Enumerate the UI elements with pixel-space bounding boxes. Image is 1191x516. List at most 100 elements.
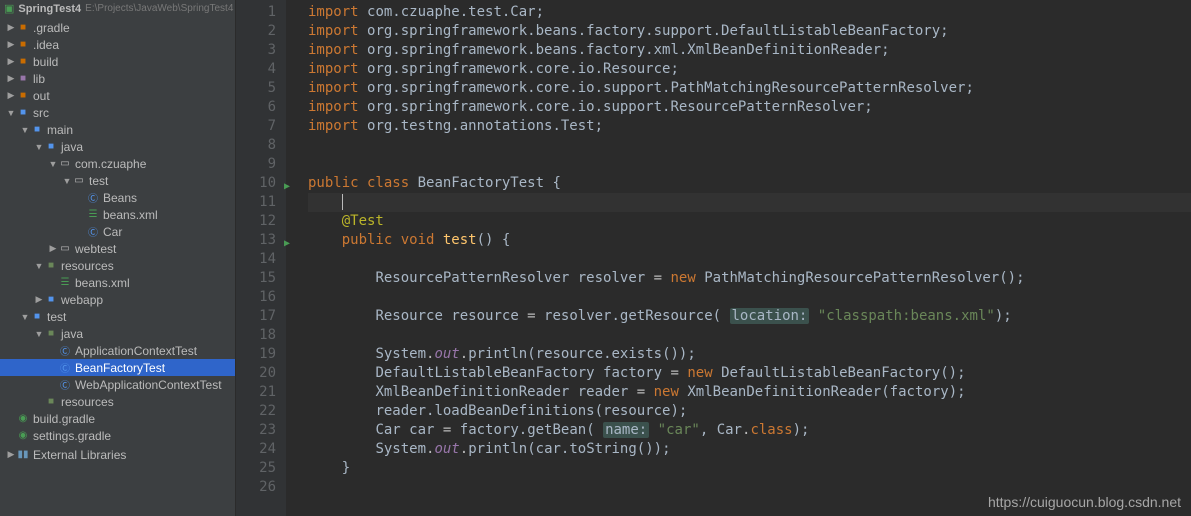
code-line[interactable]: DefaultListableBeanFactory factory = new…: [308, 364, 1191, 383]
line-number[interactable]: 22: [236, 402, 276, 421]
line-number[interactable]: 23: [236, 421, 276, 440]
editor-content[interactable]: import com.czuaphe.test.Car;import org.s…: [286, 0, 1191, 516]
code-line[interactable]: reader.loadBeanDefinitions(resource);: [308, 402, 1191, 421]
tree-item-settings-gradle[interactable]: ◉settings.gradle: [0, 427, 235, 444]
code-line[interactable]: [308, 155, 1191, 174]
code-line[interactable]: System.out.println(car.toString());: [308, 440, 1191, 459]
project-sidebar[interactable]: ▣ SpringTest4 E:\Projects\JavaWeb\Spring…: [0, 0, 236, 516]
code-line[interactable]: [308, 326, 1191, 345]
tree-item-java[interactable]: ▼■java: [0, 138, 235, 155]
code-line[interactable]: [308, 193, 1191, 212]
line-number[interactable]: 10▶: [236, 174, 276, 193]
code-line[interactable]: [308, 136, 1191, 155]
line-number[interactable]: 11: [236, 193, 276, 212]
code-line[interactable]: Car car = factory.getBean( name: "car", …: [308, 421, 1191, 440]
chevron-down-icon[interactable]: ▼: [20, 125, 30, 135]
tree-item-webtest[interactable]: ▶▭webtest: [0, 240, 235, 257]
tree-item--idea[interactable]: ▶■.idea: [0, 36, 235, 53]
code-line[interactable]: import org.springframework.core.io.suppo…: [308, 79, 1191, 98]
line-number[interactable]: 16: [236, 288, 276, 307]
chevron-right-icon[interactable]: ▶: [6, 73, 16, 84]
line-number[interactable]: 2: [236, 22, 276, 41]
code-editor[interactable]: 12345678910▶111213▶141516171819202122232…: [236, 0, 1191, 516]
line-number[interactable]: 13▶: [236, 231, 276, 250]
chevron-right-icon[interactable]: ▶: [6, 22, 16, 33]
tree-item-applicationcontexttest[interactable]: ⒸApplicationContextTest: [0, 342, 235, 359]
line-number[interactable]: 15: [236, 269, 276, 288]
line-number[interactable]: 25: [236, 459, 276, 478]
tree-item-test[interactable]: ▼▭test: [0, 172, 235, 189]
line-number[interactable]: 7: [236, 117, 276, 136]
tree-item-test[interactable]: ▼■test: [0, 308, 235, 325]
code-line[interactable]: [308, 250, 1191, 269]
line-number[interactable]: 21: [236, 383, 276, 402]
line-number[interactable]: 14: [236, 250, 276, 269]
code-line[interactable]: public class BeanFactoryTest {: [308, 174, 1191, 193]
chevron-down-icon[interactable]: ▼: [6, 108, 16, 118]
code-line[interactable]: }: [308, 459, 1191, 478]
tree-item-webapplicationcontexttest[interactable]: ⒸWebApplicationContextTest: [0, 376, 235, 393]
line-number[interactable]: 20: [236, 364, 276, 383]
chevron-right-icon[interactable]: ▶: [34, 294, 44, 305]
line-number[interactable]: 18: [236, 326, 276, 345]
code-line[interactable]: public void test() {: [308, 231, 1191, 250]
code-line[interactable]: import org.springframework.core.io.suppo…: [308, 98, 1191, 117]
line-number[interactable]: 26: [236, 478, 276, 497]
gradle-icon: ◉: [16, 430, 30, 441]
line-number[interactable]: 17: [236, 307, 276, 326]
line-number[interactable]: 5: [236, 79, 276, 98]
chevron-right-icon[interactable]: ▶: [48, 243, 58, 254]
chevron-down-icon[interactable]: ▼: [34, 142, 44, 152]
tree-item-src[interactable]: ▼■src: [0, 104, 235, 121]
project-tree[interactable]: ▶■.gradle▶■.idea▶■build▶■lib▶■out▼■src▼■…: [0, 17, 235, 446]
editor-gutter[interactable]: 12345678910▶111213▶141516171819202122232…: [236, 0, 286, 516]
code-line[interactable]: ResourcePatternResolver resolver = new P…: [308, 269, 1191, 288]
line-number[interactable]: 24: [236, 440, 276, 459]
code-line[interactable]: import org.springframework.core.io.Resou…: [308, 60, 1191, 79]
chevron-right-icon[interactable]: ▶: [6, 56, 16, 67]
code-line[interactable]: import org.springframework.beans.factory…: [308, 22, 1191, 41]
line-number[interactable]: 6: [236, 98, 276, 117]
line-number[interactable]: 8: [236, 136, 276, 155]
tree-item-com-czuaphe[interactable]: ▼▭com.czuaphe: [0, 155, 235, 172]
code-line[interactable]: XmlBeanDefinitionReader reader = new Xml…: [308, 383, 1191, 402]
line-number[interactable]: 9: [236, 155, 276, 174]
chevron-down-icon[interactable]: ▼: [34, 261, 44, 271]
code-line[interactable]: [308, 288, 1191, 307]
tree-item-label: ApplicationContextTest: [75, 344, 197, 358]
tree-item-beans-xml[interactable]: ☰beans.xml: [0, 206, 235, 223]
line-number[interactable]: 1: [236, 3, 276, 22]
line-number[interactable]: 12: [236, 212, 276, 231]
code-line[interactable]: @Test: [308, 212, 1191, 231]
tree-item-out[interactable]: ▶■out: [0, 87, 235, 104]
tree-item-java[interactable]: ▼■java: [0, 325, 235, 342]
tree-item-beanfactorytest[interactable]: ⒸBeanFactoryTest: [0, 359, 235, 376]
tree-item-webapp[interactable]: ▶■webapp: [0, 291, 235, 308]
chevron-down-icon[interactable]: ▼: [48, 159, 58, 169]
tree-item-lib[interactable]: ▶■lib: [0, 70, 235, 87]
tree-item-label: out: [33, 89, 50, 103]
tree-item-main[interactable]: ▼■main: [0, 121, 235, 138]
line-number[interactable]: 19: [236, 345, 276, 364]
tree-item-car[interactable]: ⒸCar: [0, 223, 235, 240]
chevron-right-icon[interactable]: ▶: [6, 39, 16, 50]
tree-item-resources[interactable]: ■resources: [0, 393, 235, 410]
code-line[interactable]: System.out.println(resource.exists());: [308, 345, 1191, 364]
chevron-down-icon[interactable]: ▼: [34, 329, 44, 339]
tree-item-build-gradle[interactable]: ◉build.gradle: [0, 410, 235, 427]
chevron-down-icon[interactable]: ▼: [62, 176, 72, 186]
chevron-right-icon[interactable]: ▶: [6, 90, 16, 101]
chevron-down-icon[interactable]: ▼: [20, 312, 30, 322]
external-libraries[interactable]: ▶ ▮▮ External Libraries: [0, 446, 235, 463]
code-line[interactable]: import org.springframework.beans.factory…: [308, 41, 1191, 60]
tree-item-beans-xml[interactable]: ☰beans.xml: [0, 274, 235, 291]
tree-item-resources[interactable]: ▼■resources: [0, 257, 235, 274]
line-number[interactable]: 3: [236, 41, 276, 60]
line-number[interactable]: 4: [236, 60, 276, 79]
tree-item-beans[interactable]: ⒸBeans: [0, 189, 235, 206]
tree-item-build[interactable]: ▶■build: [0, 53, 235, 70]
code-line[interactable]: import com.czuaphe.test.Car;: [308, 3, 1191, 22]
code-line[interactable]: Resource resource = resolver.getResource…: [308, 307, 1191, 326]
tree-item--gradle[interactable]: ▶■.gradle: [0, 19, 235, 36]
code-line[interactable]: import org.testng.annotations.Test;: [308, 117, 1191, 136]
